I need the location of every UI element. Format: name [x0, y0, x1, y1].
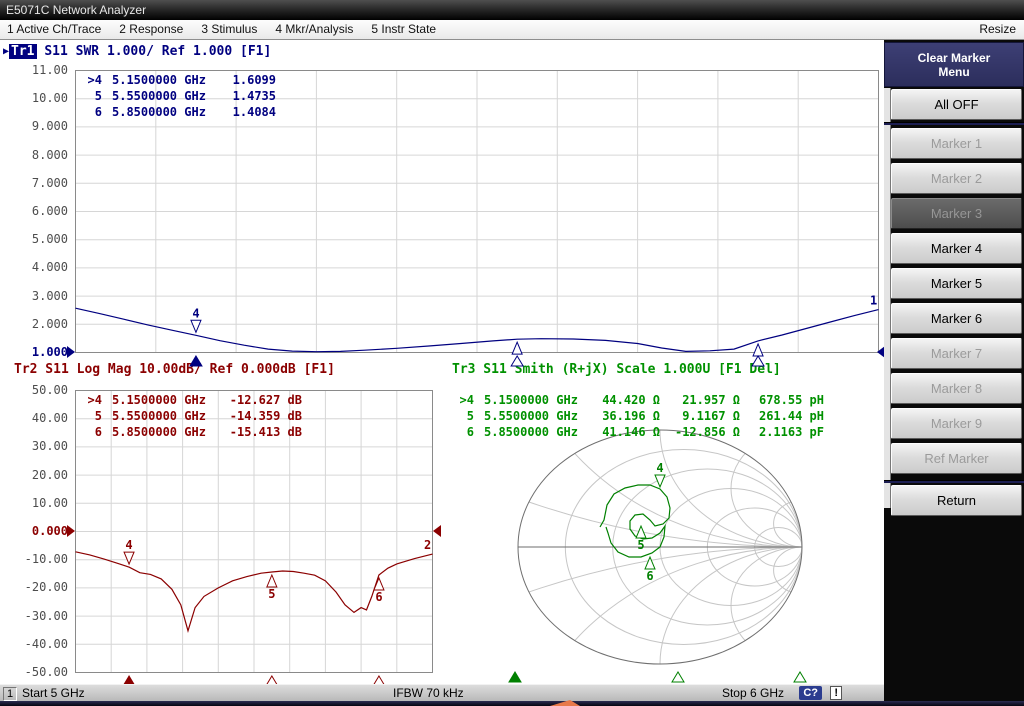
marker-readout-row: 65.8500000 GHz1.4084 — [80, 104, 276, 120]
marker-readout-row: 65.8500000 GHz41.146 Ω-12.856 Ω2.1163 pF — [452, 424, 824, 440]
tr1-badge: Tr1 — [9, 44, 36, 59]
softkey-marker-5[interactable]: Marker 5 — [891, 268, 1022, 299]
tr2-y-tick: -20.00 — [6, 580, 68, 594]
channel-number-box: 1 — [3, 687, 17, 701]
menu-item-2[interactable]: 2 Response — [119, 20, 183, 39]
tr2-y-tick: -40.00 — [6, 637, 68, 651]
tr2-y-tick: -10.00 — [6, 552, 68, 566]
tr1-y-tick: 6.000 — [6, 204, 68, 218]
tr1-marker-table: >45.1500000 GHz1.609955.5500000 GHz1.473… — [80, 72, 276, 120]
softkey-sidebar: Clear Marker Menu All OFF Marker 1 Marker … — [884, 40, 1024, 684]
marker-readout-row: 55.5500000 GHz-14.359 dB — [80, 408, 302, 424]
softkey-separator — [884, 122, 1024, 125]
softkey-marker-9: Marker 9 — [891, 408, 1022, 439]
marker-readout-row: 55.5500000 GHz36.196 Ω9.1167 Ω261.44 pH — [452, 408, 824, 424]
softkey-separator — [884, 480, 1024, 483]
tr2-y-tick: 30.00 — [6, 439, 68, 453]
menu-item-1[interactable]: 1 Active Ch/Trace — [7, 20, 101, 39]
tr1-y-tick: 8.000 — [6, 148, 68, 162]
svg-text:5: 5 — [637, 538, 644, 552]
tr2-y-tick: 0.000 — [6, 524, 68, 538]
title-bar: E5071C Network Analyzer — [0, 0, 1024, 20]
menu-item-3[interactable]: 3 Stimulus — [201, 20, 257, 39]
svg-text:4: 4 — [656, 461, 663, 475]
softkey-ref-marker: Ref Marker — [891, 443, 1022, 474]
softkey-all-off[interactable]: All OFF — [891, 89, 1022, 120]
tr2-y-tick: 40.00 — [6, 411, 68, 425]
tr2-ref-level-indicator-right-icon — [433, 525, 441, 537]
status-bar: 1 Start 5 GHz IFBW 70 kHz Stop 6 GHz C? … — [0, 684, 884, 701]
softkey-marker-2: Marker 2 — [891, 163, 1022, 194]
tr1-y-tick: 11.00 — [6, 63, 68, 77]
tr1-y-tick: 4.000 — [6, 260, 68, 274]
network-analyzer-window: E5071C Network Analyzer 1 Active Ch/Trac… — [0, 0, 1024, 706]
tr1-y-tick: 5.000 — [6, 232, 68, 246]
mouse-cursor — [550, 700, 580, 706]
tr1-y-tick: 7.000 — [6, 176, 68, 190]
tr2-y-tick: 20.00 — [6, 468, 68, 482]
marker-readout-row: >45.1500000 GHz-12.627 dB — [80, 392, 302, 408]
status-bar-right-filler — [884, 684, 1024, 701]
tr3-marker-table: >45.1500000 GHz44.420 Ω21.957 Ω678.55 pH… — [452, 392, 824, 440]
softkey-marker-4[interactable]: Marker 4 — [891, 233, 1022, 264]
bottom-edge-strip — [0, 701, 1024, 706]
marker-readout-row: >45.1500000 GHz1.6099 — [80, 72, 276, 88]
resize-menu-item[interactable]: Resize — [979, 20, 1016, 39]
softkey-marker-8: Marker 8 — [891, 373, 1022, 404]
tr1-y-tick: 2.000 — [6, 317, 68, 331]
menu-bar: 1 Active Ch/Trace 2 Response 3 Stimulus 4 M… — [0, 20, 1024, 40]
softkey-marker-1: Marker 1 — [891, 128, 1022, 159]
menu-item-4[interactable]: 4 Mkr/Analysis — [275, 20, 353, 39]
marker-readout-row: 65.8500000 GHz-15.413 dB — [80, 424, 302, 440]
tr1-ref-level-indicator-left-icon — [67, 346, 75, 358]
menu-items: 1 Active Ch/Trace 2 Response 3 Stimulus 4 M… — [0, 22, 447, 36]
alert-indicator[interactable]: ! — [830, 686, 842, 700]
start-frequency-label: Start 5 GHz — [22, 686, 85, 700]
svg-text:5: 5 — [268, 587, 275, 601]
svg-text:6: 6 — [375, 590, 382, 604]
tr1-header: ▶Tr1 S11 SWR 1.000/ Ref 1.000 [F1] — [3, 44, 271, 59]
svg-text:1: 1 — [870, 294, 877, 308]
stop-frequency-label: Stop 6 GHz — [722, 686, 784, 700]
tr2-marker-table: >45.1500000 GHz-12.627 dB55.5500000 GHz-… — [80, 392, 302, 440]
tr1-y-tick: 3.000 — [6, 289, 68, 303]
tr2-y-tick: 50.00 — [6, 383, 68, 397]
softkey-marker-7: Marker 7 — [891, 338, 1022, 369]
tr2-ref-level-indicator-left-icon — [67, 525, 75, 537]
softkey-menu-title: Clear Marker Menu — [884, 42, 1024, 87]
tr1-y-tick: 9.000 — [6, 119, 68, 133]
tr1-y-tick: 1.000 — [6, 345, 68, 359]
correction-status-badge[interactable]: C? — [799, 686, 822, 700]
svg-text:4: 4 — [125, 538, 132, 552]
svg-text:4: 4 — [192, 306, 199, 320]
marker-readout-row: 55.5500000 GHz1.4735 — [80, 88, 276, 104]
marker-readout-row: >45.1500000 GHz44.420 Ω21.957 Ω678.55 pH — [452, 392, 824, 408]
softkey-scroll-strip[interactable] — [884, 88, 891, 508]
tr2-y-tick: 10.00 — [6, 496, 68, 510]
svg-text:6: 6 — [646, 569, 653, 583]
svg-text:2: 2 — [424, 538, 431, 552]
tr2-y-tick: -50.00 — [6, 665, 68, 679]
tr2-y-tick: -30.00 — [6, 609, 68, 623]
tr3-smith-chart[interactable]: 4 5 6 — [440, 420, 884, 684]
tr1-y-tick: 10.00 — [6, 91, 68, 105]
window-title: E5071C Network Analyzer — [6, 3, 146, 17]
softkey-return[interactable]: Return — [891, 485, 1022, 516]
softkey-marker-3[interactable]: Marker 3 — [891, 198, 1022, 229]
tr1-header-text: S11 SWR 1.000/ Ref 1.000 [F1] — [37, 44, 272, 59]
ifbw-label: IFBW 70 kHz — [393, 686, 464, 700]
softkey-marker-6[interactable]: Marker 6 — [891, 303, 1022, 334]
menu-item-5[interactable]: 5 Instr State — [371, 20, 436, 39]
